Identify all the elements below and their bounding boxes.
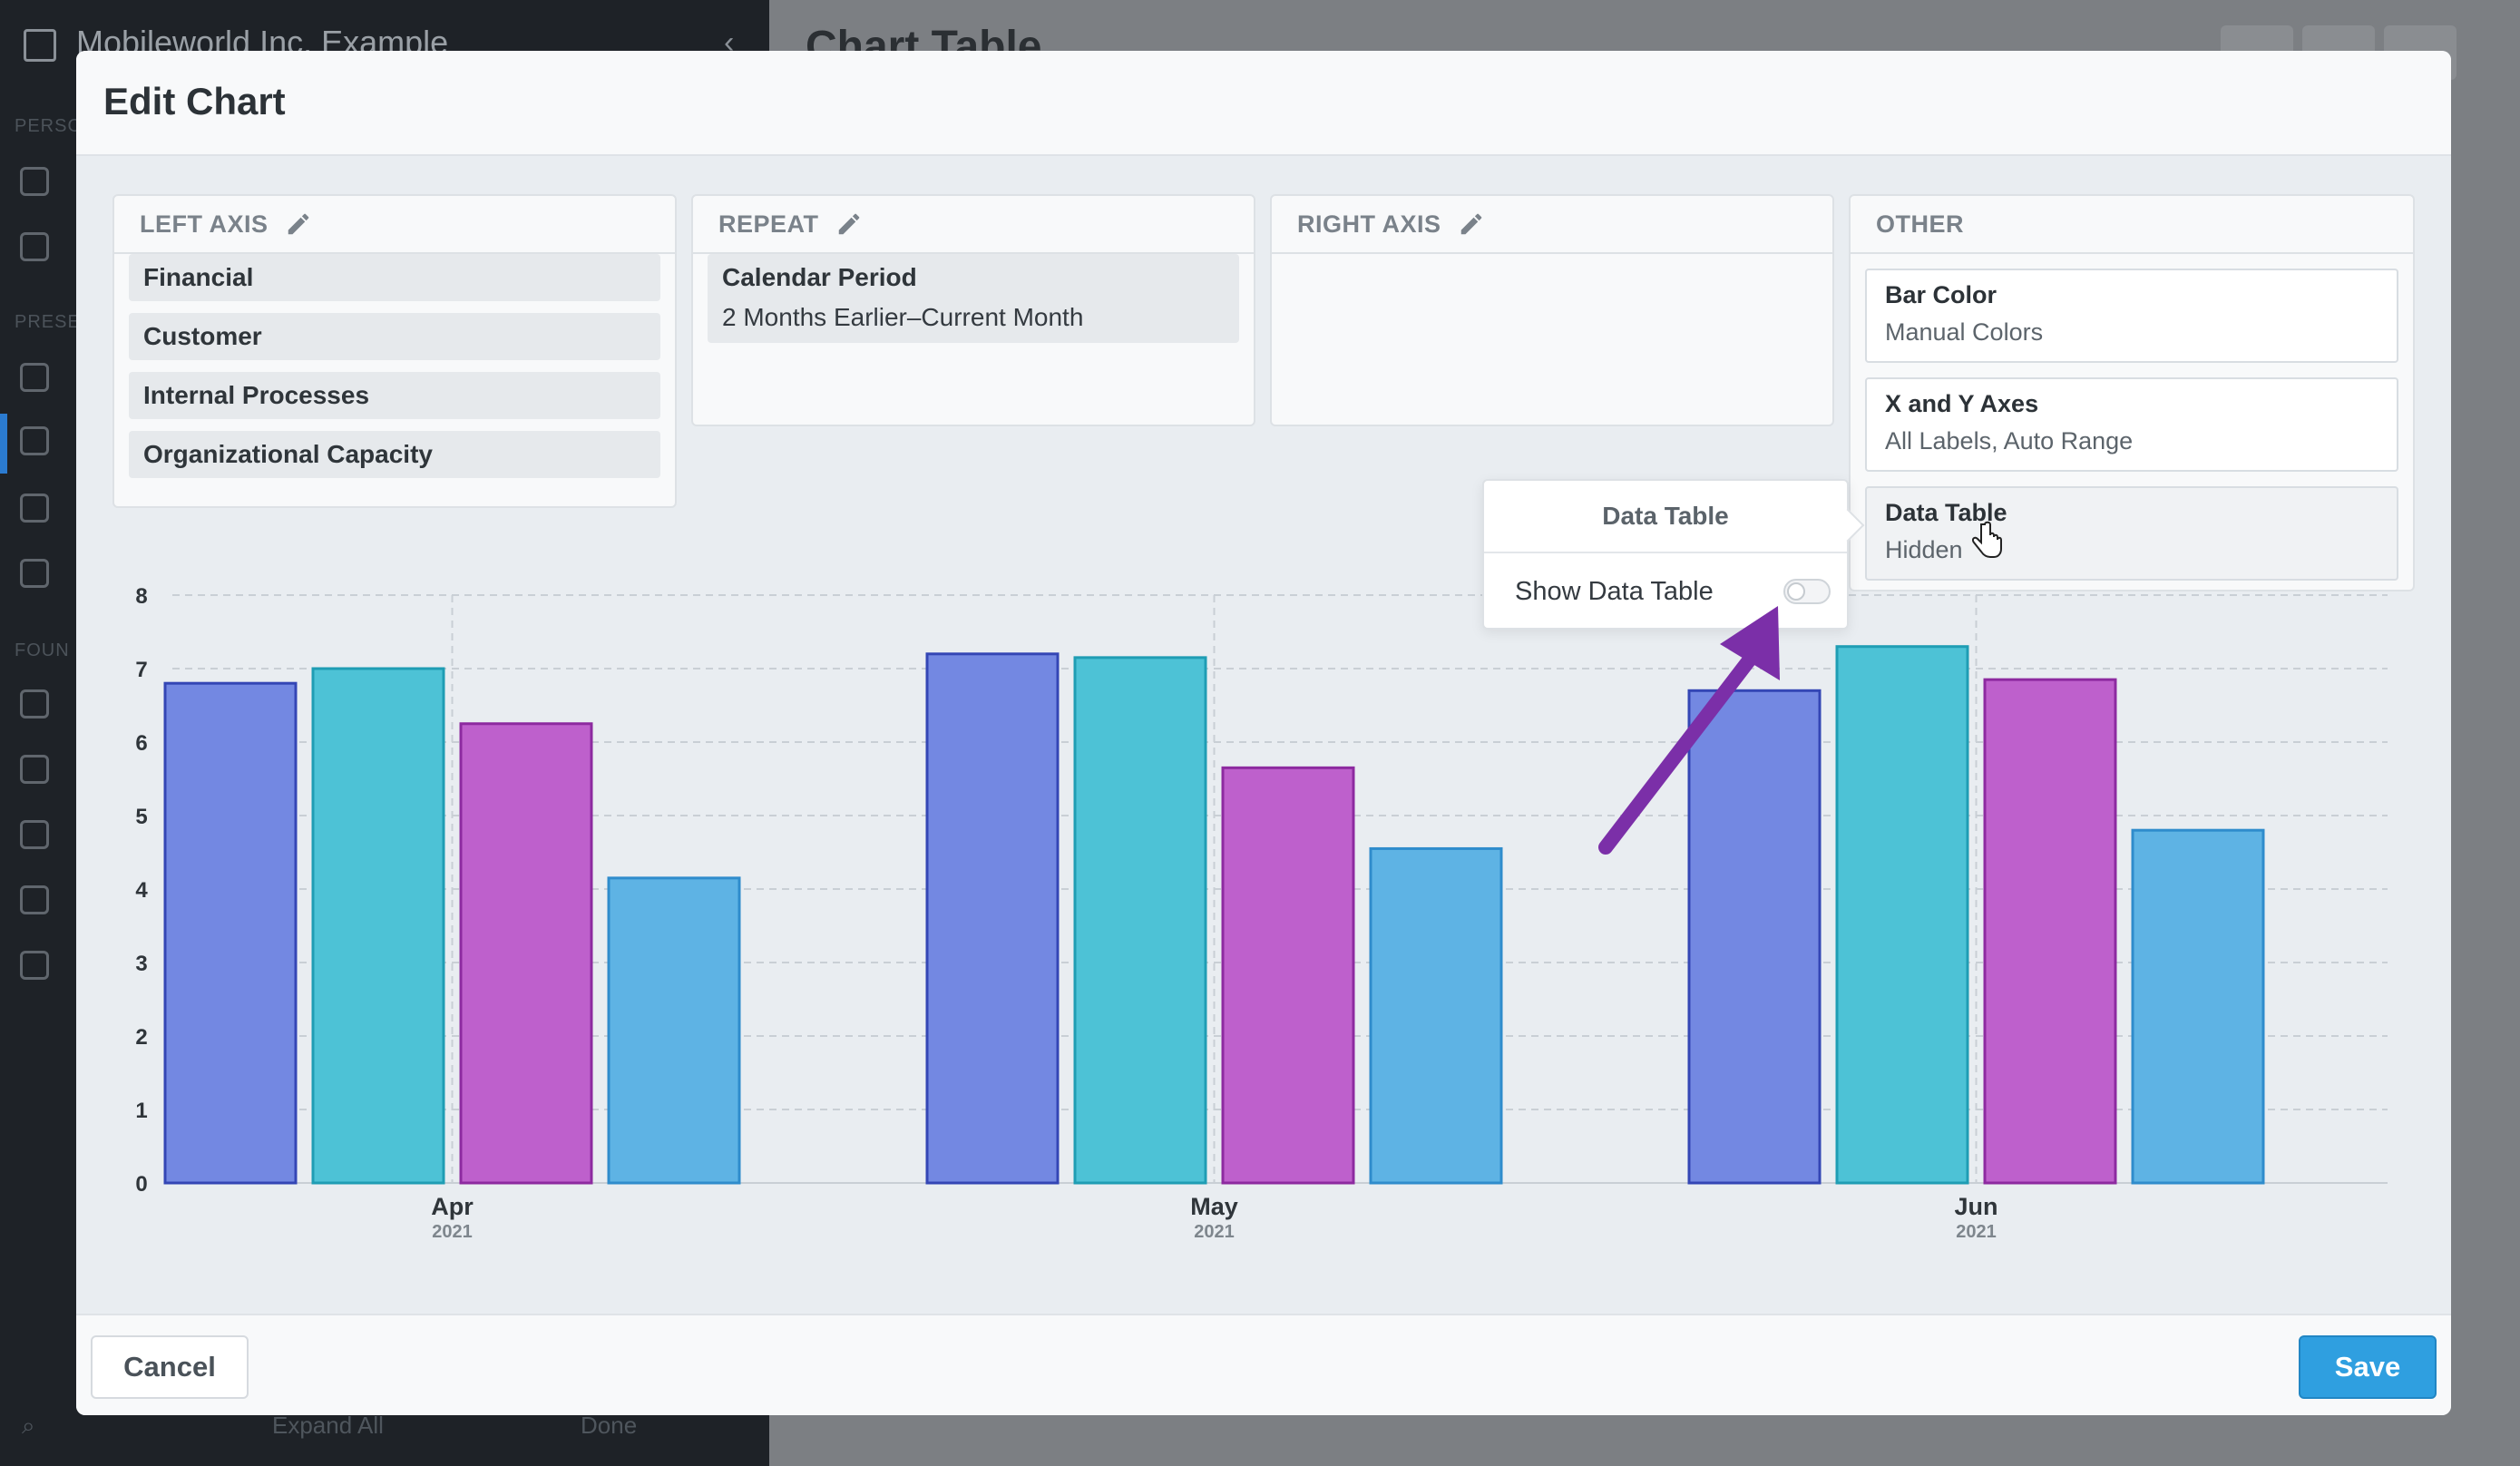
bar[interactable]	[163, 681, 298, 1185]
cube-icon	[20, 820, 49, 849]
y-tick-label: 6	[135, 731, 147, 756]
left-axis-item[interactable]: Financial	[129, 254, 660, 301]
data-table-card[interactable]: Data Table Hidden	[1865, 486, 2398, 581]
x-tick-sublabel: 2021	[1194, 1222, 1235, 1242]
bar-color-card[interactable]: Bar Color Manual Colors	[1865, 269, 2398, 363]
cancel-button[interactable]: Cancel	[91, 1335, 249, 1399]
repeat-panel: REPEAT Calendar Period 2 Months Earlier–…	[691, 194, 1255, 426]
card-title: Data Table	[1885, 499, 2007, 526]
bar[interactable]	[925, 652, 1060, 1185]
other-header: OTHER	[1851, 196, 2413, 254]
popover-title: Data Table	[1484, 481, 1847, 553]
toggle-knob	[1787, 582, 1805, 601]
left-axis-item[interactable]: Organizational Capacity	[129, 431, 660, 478]
card-title: Bar Color	[1885, 281, 1997, 308]
other-panel: OTHER Bar Color Manual Colors X and Y Ax…	[1849, 194, 2415, 591]
search-icon: ⌕	[22, 1412, 35, 1439]
bar[interactable]	[459, 722, 593, 1185]
hand-cursor-icon	[1972, 521, 2002, 558]
y-tick-label: 8	[135, 584, 147, 609]
y-tick-label: 7	[135, 658, 147, 682]
active-indicator	[0, 414, 7, 474]
repeat-item-sub: 2 Months Earlier–Current Month	[722, 303, 1084, 331]
pencil-icon[interactable]	[285, 210, 312, 238]
y-tick-label: 2	[135, 1025, 147, 1050]
save-button[interactable]: Save	[2299, 1335, 2437, 1399]
axes-card[interactable]: X and Y Axes All Labels, Auto Range	[1865, 377, 2398, 472]
grid-icon	[20, 689, 49, 718]
edit-doc-icon	[20, 885, 49, 914]
right-axis-header: RIGHT AXIS	[1272, 196, 1832, 254]
book-icon	[20, 363, 49, 392]
repeat-item-title: Calendar Period	[722, 263, 917, 291]
left-axis-header: LEFT AXIS	[114, 196, 675, 254]
bar[interactable]	[2131, 828, 2265, 1185]
sidebar-section-label: FOUN	[15, 640, 70, 660]
right-axis-panel: RIGHT AXIS	[1270, 194, 1834, 426]
show-data-table-label: Show Data Table	[1515, 576, 1714, 606]
table-icon	[20, 426, 49, 455]
left-axis-item[interactable]: Customer	[129, 313, 660, 360]
show-data-table-toggle[interactable]	[1783, 579, 1831, 604]
repeat-title: REPEAT	[718, 210, 819, 238]
bar[interactable]	[1369, 846, 1503, 1185]
y-tick-label: 1	[135, 1099, 147, 1123]
edit-chart-modal: 0 1 2 3 4 5 6 7 8 Apr 2021 May 2021 Jun 2021 Edit Char…	[76, 51, 2451, 1415]
x-tick-label: Apr	[431, 1193, 474, 1220]
right-axis-title: RIGHT AXIS	[1297, 210, 1441, 238]
modal-header: Edit Chart	[76, 51, 2451, 156]
y-tick-label: 5	[135, 805, 147, 829]
report-icon	[20, 494, 49, 523]
data-table-popover: Data Table Show Data Table	[1482, 479, 1849, 630]
pie-chart-icon	[20, 559, 49, 588]
checkbox-icon	[20, 755, 49, 784]
modal-footer: Cancel Save	[76, 1314, 2451, 1415]
card-sub: All Labels, Auto Range	[1885, 427, 2134, 454]
bar[interactable]	[1835, 645, 1969, 1185]
done-label: Done	[581, 1412, 638, 1439]
modal-title: Edit Chart	[103, 80, 286, 122]
bar[interactable]	[311, 667, 445, 1185]
left-axis-item[interactable]: Internal Processes	[129, 372, 660, 419]
sidebar-section-label: PERSO	[15, 116, 83, 136]
card-sub: Hidden	[1885, 536, 1963, 563]
bar[interactable]	[1687, 689, 1822, 1185]
sidebar-section-label: PRESE	[15, 312, 81, 332]
bar[interactable]	[1221, 766, 1355, 1185]
bar[interactable]	[607, 876, 741, 1185]
person-icon	[20, 167, 49, 196]
bar[interactable]	[1073, 656, 1207, 1185]
y-tick-label: 4	[135, 878, 148, 903]
card-title: X and Y Axes	[1885, 390, 2039, 417]
pencil-icon[interactable]	[835, 210, 863, 238]
left-axis-title: LEFT AXIS	[140, 210, 269, 238]
other-title: OTHER	[1876, 210, 1964, 238]
pencil-icon[interactable]	[1458, 210, 1485, 238]
bar[interactable]	[1983, 678, 2117, 1185]
y-tick-label: 0	[135, 1172, 147, 1197]
repeat-header: REPEAT	[693, 196, 1254, 254]
y-tick-label: 3	[135, 952, 147, 976]
show-data-table-row: Show Data Table	[1484, 553, 1847, 630]
card-sub: Manual Colors	[1885, 318, 2044, 346]
star-icon	[20, 232, 49, 261]
x-tick-label: May	[1190, 1193, 1238, 1220]
file-icon	[20, 951, 49, 980]
x-tick-label: Jun	[1954, 1193, 1997, 1220]
left-axis-panel: LEFT AXIS Financial Customer Internal Pr…	[112, 194, 677, 508]
repeat-item[interactable]: Calendar Period 2 Months Earlier–Current…	[708, 254, 1239, 343]
building-icon	[24, 29, 56, 62]
x-tick-sublabel: 2021	[1956, 1222, 1997, 1242]
expand-all-label: Expand All	[272, 1412, 384, 1439]
x-tick-sublabel: 2021	[432, 1222, 473, 1242]
